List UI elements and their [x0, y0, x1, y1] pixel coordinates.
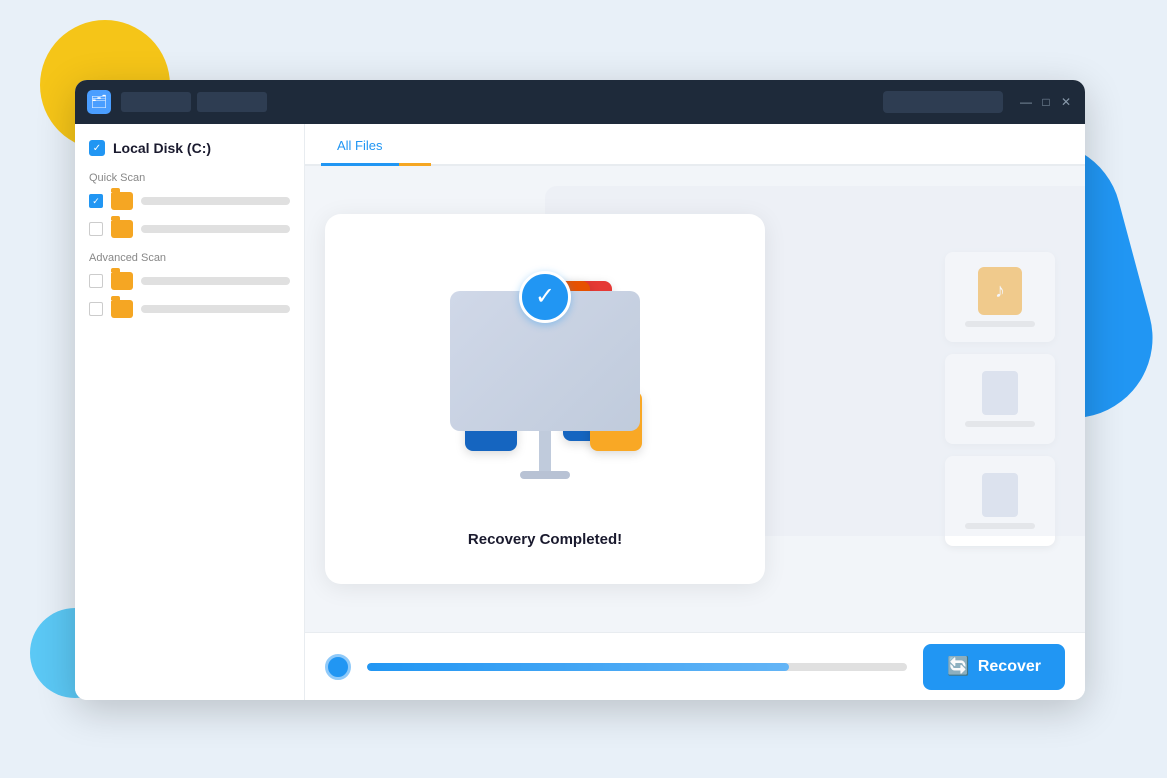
scan-bar-4 [141, 305, 290, 313]
recovery-area: A P [305, 166, 1085, 632]
recover-icon: 🔄 [947, 656, 969, 677]
sidebar: ✓ Local Disk (C:) Quick Scan Advanced Sc… [75, 124, 305, 700]
progress-track [367, 663, 907, 671]
titlebar-tab-1 [121, 92, 191, 112]
tab-all-files[interactable]: All Files [321, 128, 399, 166]
advanced-scan-label: Advanced Scan [89, 252, 290, 264]
folder-icon-4 [111, 300, 133, 318]
drive-label: ✓ Local Disk (C:) [89, 140, 290, 156]
quick-scan-checkbox-2[interactable] [89, 222, 103, 236]
close-button[interactable]: ✕ [1059, 95, 1073, 109]
check-circle: ✓ [519, 271, 571, 323]
maximize-button[interactable]: □ [1039, 95, 1053, 109]
advanced-scan-checkbox-2[interactable] [89, 302, 103, 316]
recover-label: Recover [978, 658, 1041, 676]
tab-second[interactable] [399, 128, 431, 166]
quick-scan-label: Quick Scan [89, 172, 290, 184]
quick-scan-checkbox-1[interactable] [89, 194, 103, 208]
progress-dot [325, 654, 351, 680]
app-icon: 🗂 [87, 90, 111, 114]
monitor-stand [539, 431, 551, 471]
minimize-button[interactable]: — [1019, 95, 1033, 109]
monitor-base [520, 471, 570, 479]
content-area: ✓ Local Disk (C:) Quick Scan Advanced Sc… [75, 124, 1085, 700]
drive-name: Local Disk (C:) [113, 140, 211, 156]
progress-fill [367, 663, 789, 671]
folder-icon-2 [111, 220, 133, 238]
recovery-completed-text: Recovery Completed! [468, 531, 622, 548]
titlebar-search-bar [883, 91, 1003, 113]
folder-icon-3 [111, 272, 133, 290]
tabs-bar: All Files [305, 124, 1085, 166]
drive-checkbox[interactable]: ✓ [89, 140, 105, 156]
scan-bar-1 [141, 197, 290, 205]
advanced-scan-item-2 [89, 300, 290, 318]
window-controls: — □ ✕ [883, 91, 1073, 113]
recovery-card: A P [325, 214, 765, 584]
scan-bar-3 [141, 277, 290, 285]
titlebar: 🗂 — □ ✕ [75, 80, 1085, 124]
monitor-illustration: A P [415, 251, 675, 471]
titlebar-tabs [121, 92, 267, 112]
main-window: 🗂 — □ ✕ ✓ Local Disk (C:) Quick Scan [75, 80, 1085, 700]
advanced-scan-checkbox-1[interactable] [89, 274, 103, 288]
titlebar-tab-2 [197, 92, 267, 112]
scan-bar-2 [141, 225, 290, 233]
monitor-body: ✓ [450, 291, 640, 431]
quick-scan-item-2 [89, 220, 290, 238]
folder-icon-1 [111, 192, 133, 210]
bottom-bar: 🔄 Recover [305, 632, 1085, 700]
recover-button[interactable]: 🔄 Recover [923, 644, 1065, 690]
main-panel: All Files A [305, 124, 1085, 700]
advanced-scan-item-1 [89, 272, 290, 290]
quick-scan-item-1 [89, 192, 290, 210]
